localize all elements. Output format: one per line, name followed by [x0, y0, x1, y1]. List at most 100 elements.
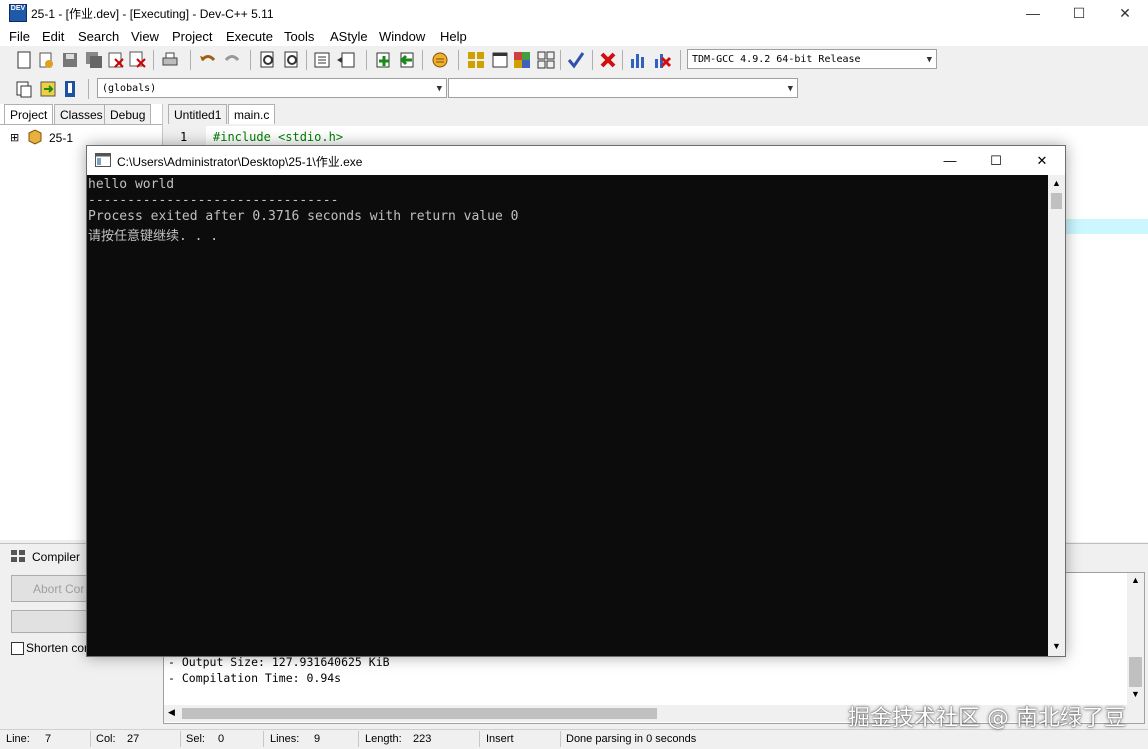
code-line[interactable]: #include <stdio.h> — [213, 130, 343, 144]
compiler-select[interactable]: TDM-GCC 4.9.2 64-bit Release ▼ — [687, 49, 937, 69]
log-line: - Output Size: 127.931640625 KiB — [168, 655, 390, 669]
console-icon — [95, 153, 111, 167]
unindent-icon[interactable] — [336, 50, 356, 70]
console-title-bar: C:\Users\Administrator\Desktop\25-1\作业.e… — [87, 146, 1065, 175]
console-line: -------------------------------- — [88, 193, 339, 208]
rebuild-all-icon[interactable] — [536, 50, 556, 70]
save-all-icon[interactable] — [84, 50, 104, 70]
console-maximize-button[interactable]: ☐ — [973, 146, 1019, 175]
scroll-up-icon[interactable]: ▲ — [1131, 575, 1140, 585]
close-file-icon[interactable] — [106, 50, 126, 70]
log-vscrollbar[interactable]: ▲ ▼ — [1127, 573, 1144, 723]
tab-untitled1[interactable]: Untitled1 — [168, 104, 228, 124]
chevron-down-icon: ▼ — [436, 84, 442, 94]
status-length-value: 223 — [413, 733, 432, 745]
console-scrollbar[interactable]: ▲ ▼ — [1048, 175, 1065, 656]
remove-from-project-icon[interactable] — [398, 50, 418, 70]
close-button[interactable]: ✕ — [1102, 0, 1148, 26]
console-minimize-button[interactable]: — — [927, 146, 973, 175]
log-line: - Compilation Time: 0.94s — [168, 671, 342, 685]
menu-execute[interactable]: Execute — [226, 29, 273, 44]
member-select[interactable]: ▼ — [448, 78, 798, 98]
run-icon[interactable] — [490, 50, 510, 70]
log-hscroll-thumb[interactable] — [182, 708, 657, 719]
chevron-down-icon: ▼ — [787, 84, 793, 94]
status-message: Done parsing in 0 seconds — [566, 733, 697, 745]
bookmark-icon[interactable] — [60, 79, 80, 99]
console-close-button[interactable]: ✕ — [1019, 146, 1065, 175]
replace-icon[interactable] — [282, 50, 302, 70]
console-line: Process exited after 0.3716 seconds with… — [88, 209, 519, 224]
stop-execution-icon[interactable] — [598, 50, 618, 70]
scroll-up-icon[interactable]: ▲ — [1052, 178, 1061, 188]
syntax-check-icon[interactable] — [566, 50, 586, 70]
scroll-down-icon[interactable]: ▼ — [1052, 641, 1061, 651]
status-col-label: Col: — [96, 733, 116, 745]
maximize-button[interactable]: ☐ — [1056, 0, 1102, 26]
title-bar: DEV 25-1 - [作业.dev] - [Executing] - Dev-… — [0, 0, 1148, 26]
watermark: 掘金技术社区 @ 南北绿了豆 — [848, 706, 1126, 731]
main-toolbar: TDM-GCC 4.9.2 64-bit Release ▼ — [0, 46, 950, 74]
print-icon[interactable] — [160, 50, 180, 70]
insert-code-icon[interactable] — [14, 79, 34, 99]
compiler-tab-icon — [11, 550, 25, 562]
redo-icon[interactable] — [222, 50, 242, 70]
indent-icon[interactable] — [312, 50, 332, 70]
undo-icon[interactable] — [198, 50, 218, 70]
shorten-paths-checkbox[interactable] — [11, 642, 24, 655]
menu-astyle[interactable]: AStyle — [330, 29, 368, 44]
scroll-down-icon[interactable]: ▼ — [1131, 689, 1140, 699]
tab-debug[interactable]: Debug — [104, 104, 152, 124]
status-line-value: 7 — [45, 733, 52, 745]
add-to-project-icon[interactable] — [374, 50, 394, 70]
menu-help[interactable]: Help — [440, 29, 467, 44]
status-sel-value: 0 — [218, 733, 225, 745]
console-window[interactable]: C:\Users\Administrator\Desktop\25-1\作业.e… — [86, 145, 1066, 657]
menu-search[interactable]: Search — [78, 29, 119, 44]
scroll-left-icon[interactable]: ◀ — [168, 707, 175, 718]
find-icon[interactable] — [258, 50, 278, 70]
tab-compiler[interactable]: Compiler — [32, 550, 80, 564]
console-line: 请按任意键继续. . . — [88, 229, 219, 244]
open-file-icon[interactable] — [36, 50, 56, 70]
console-output[interactable]: hello world ----------------------------… — [87, 175, 1048, 656]
console-scroll-thumb[interactable] — [1051, 193, 1062, 209]
menu-bar: File Edit Search View Project Execute To… — [0, 26, 1148, 46]
tree-expand-icon[interactable]: ⊞ — [10, 131, 19, 144]
window-title: 25-1 - [作业.dev] - [Executing] - Dev-C++ … — [31, 7, 274, 21]
tab-project[interactable]: Project — [4, 104, 54, 124]
menu-edit[interactable]: Edit — [42, 29, 64, 44]
save-icon[interactable] — [60, 50, 80, 70]
shorten-paths-label: Shorten cor — [26, 641, 89, 655]
close-all-icon[interactable] — [128, 50, 148, 70]
minimize-button[interactable]: — — [1010, 0, 1056, 26]
app-icon: DEV — [9, 4, 27, 22]
compile-run-icon[interactable] — [512, 50, 532, 70]
status-length-label: Length: — [365, 733, 402, 745]
compiler-select-value: TDM-GCC 4.9.2 64-bit Release — [692, 54, 861, 65]
new-file-icon[interactable] — [14, 50, 34, 70]
status-mode: Insert — [486, 733, 514, 745]
status-sel-label: Sel: — [186, 733, 205, 745]
scope-select-value: (globals) — [102, 83, 157, 94]
delete-profile-icon[interactable] — [652, 50, 672, 70]
menu-window[interactable]: Window — [379, 29, 425, 44]
status-col-value: 27 — [127, 733, 140, 745]
tree-item-project[interactable]: 25-1 — [49, 131, 73, 145]
menu-tools[interactable]: Tools — [284, 29, 314, 44]
menu-view[interactable]: View — [131, 29, 159, 44]
menu-file[interactable]: File — [9, 29, 30, 44]
current-line-highlight — [1064, 219, 1148, 234]
log-scroll-thumb[interactable] — [1129, 657, 1142, 687]
project-options-icon[interactable] — [430, 50, 450, 70]
profile-analysis-icon[interactable] — [628, 50, 648, 70]
console-title: C:\Users\Administrator\Desktop\25-1\作业.e… — [117, 155, 363, 169]
status-lines-label: Lines: — [270, 733, 300, 745]
compile-icon[interactable] — [466, 50, 486, 70]
tab-main-c[interactable]: main.c — [228, 104, 276, 124]
status-line-label: Line: — [6, 733, 30, 745]
menu-project[interactable]: Project — [172, 29, 212, 44]
tab-classes[interactable]: Classes — [54, 104, 109, 124]
scope-select[interactable]: (globals) ▼ — [97, 78, 447, 98]
goto-icon[interactable] — [38, 79, 58, 99]
